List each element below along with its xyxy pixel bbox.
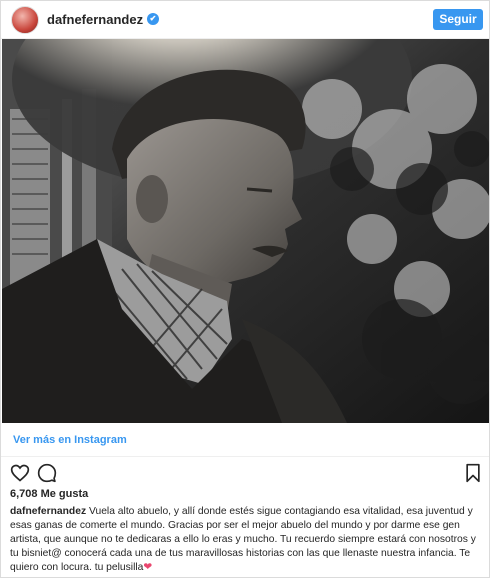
comment-bubble-icon[interactable] (37, 463, 57, 483)
bookmark-icon[interactable] (463, 463, 483, 483)
heart-outline-icon[interactable] (10, 463, 30, 483)
instagram-embed-card: dafnefernandez ✔ Seguir Ver más en Insta… (0, 0, 490, 578)
username-link[interactable]: dafnefernandez (47, 12, 143, 27)
view-more-row: Ver más en Instagram (1, 424, 489, 457)
post-caption: dafnefernandez Vuela alto abuelo, y allí… (10, 505, 482, 575)
avatar[interactable] (11, 6, 39, 34)
verified-badge-icon: ✔ (147, 13, 159, 25)
portrait-photo-image (2, 39, 489, 423)
likes-count[interactable]: 6,708 Me gusta (10, 488, 88, 500)
follow-button[interactable]: Seguir (433, 9, 483, 30)
caption-username-link[interactable]: dafnefernandez (10, 506, 86, 517)
actions-bar (1, 457, 489, 487)
heart-emoji-icon: ❤ (143, 562, 153, 573)
post-header: dafnefernandez ✔ Seguir (1, 1, 489, 39)
post-photo[interactable] (2, 39, 489, 423)
view-more-link[interactable]: Ver más en Instagram (13, 434, 127, 446)
